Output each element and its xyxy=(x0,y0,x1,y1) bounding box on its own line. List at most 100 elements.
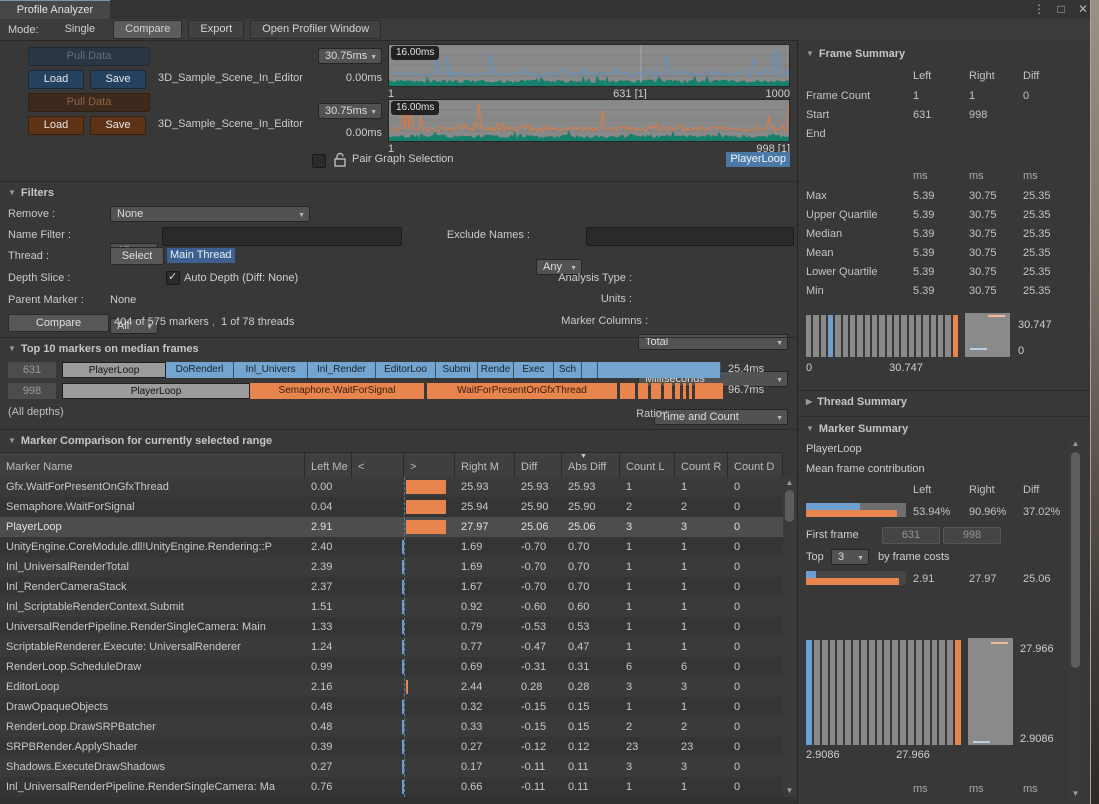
first-frame-left-button[interactable]: 631 xyxy=(882,527,940,544)
column-header[interactable]: > xyxy=(404,453,455,478)
table-row[interactable]: Inl_RenderCameraStack2.371.67-0.700.7011… xyxy=(0,577,783,597)
remove-dropdown[interactable]: None xyxy=(110,206,310,222)
summary-value: 25.35 xyxy=(1023,285,1084,297)
column-header[interactable]: Count L xyxy=(620,453,675,478)
marker-segment[interactable] xyxy=(651,383,661,399)
frame-time-graph-left[interactable]: 16.00ms xyxy=(388,44,790,87)
marker-segment[interactable] xyxy=(689,383,692,399)
thread-select-button[interactable]: Select xyxy=(110,247,164,265)
lock-icon[interactable] xyxy=(334,152,346,167)
first-frame-right-button[interactable]: 998 xyxy=(943,527,1001,544)
scroll-up-icon[interactable]: ▲ xyxy=(1069,438,1082,450)
column-header[interactable]: < xyxy=(352,453,404,478)
column-header[interactable]: ▼Abs Diff xyxy=(562,453,620,478)
marker-segment[interactable]: Semaphore.WaitForSignal xyxy=(250,383,424,399)
table-row[interactable]: Shadows.ExecuteDrawShadows0.270.17-0.110… xyxy=(0,757,783,777)
left-median-tick xyxy=(970,348,987,350)
histogram-bar xyxy=(828,315,833,357)
marker-segment[interactable]: Submi xyxy=(436,362,478,378)
window-menu-icon[interactable]: ⋮ xyxy=(1031,2,1047,18)
marker-columns-dropdown[interactable]: Time and Count xyxy=(654,409,788,425)
tab-profile-analyzer[interactable]: Profile Analyzer xyxy=(0,0,110,20)
table-row[interactable]: RenderLoop.ScheduleDraw0.990.69-0.310.31… xyxy=(0,657,783,677)
name-filter-input[interactable] xyxy=(162,227,402,246)
mode-single-button[interactable]: Single xyxy=(53,20,108,39)
comparison-scrollbar[interactable]: ▲ ▼ xyxy=(783,477,797,797)
marker-segment[interactable]: Inl_Univers xyxy=(234,362,308,378)
maximize-icon[interactable]: □ xyxy=(1053,2,1069,18)
marker-segment[interactable]: DoRenderl xyxy=(166,362,234,378)
summary-value: 25.35 xyxy=(1023,209,1084,221)
filters-header[interactable]: Filters xyxy=(8,187,54,199)
table-row[interactable]: EditorLoop2.162.440.280.28330 xyxy=(0,677,783,697)
exclude-names-input[interactable] xyxy=(586,227,794,246)
scroll-up-icon[interactable]: ▲ xyxy=(783,477,796,489)
selected-marker-chip[interactable]: PlayerLoop xyxy=(726,152,790,167)
marker-segment[interactable] xyxy=(664,383,672,399)
marker-segment[interactable] xyxy=(582,362,598,378)
marker-segment[interactable]: WaitForPresentOnGfxThread xyxy=(427,383,617,399)
marker-segment[interactable] xyxy=(675,383,680,399)
marker-segment[interactable] xyxy=(695,383,723,399)
table-row[interactable]: Semaphore.WaitForSignal0.0425.9425.9025.… xyxy=(0,497,783,517)
table-row[interactable]: ScriptableRenderer.Execute: UniversalRen… xyxy=(0,637,783,657)
frame-time-graph-right[interactable]: 16.00ms xyxy=(388,99,790,142)
pair-graph-selection-checkbox[interactable] xyxy=(312,154,326,168)
marker-columns-label: Marker Columns : xyxy=(500,315,648,327)
thread-value[interactable]: Main Thread xyxy=(167,248,235,263)
load-button-right[interactable]: Load xyxy=(28,116,84,135)
column-header[interactable]: Left Me xyxy=(305,453,352,478)
table-row[interactable]: Inl_UniversalRenderTotal2.391.69-0.700.7… xyxy=(0,557,783,577)
column-header[interactable]: Count D xyxy=(728,453,783,478)
compare-button[interactable]: Compare xyxy=(8,314,109,332)
table-cell: 25.06 xyxy=(562,517,620,537)
thread-summary-header[interactable]: Thread Summary xyxy=(806,396,907,408)
top10-header[interactable]: Top 10 markers on median frames xyxy=(8,343,199,355)
marker-segment[interactable]: Inl_Render xyxy=(308,362,376,378)
frame-summary-header[interactable]: Frame Summary xyxy=(806,48,905,60)
marker-segment[interactable] xyxy=(638,383,648,399)
table-row[interactable]: DrawOpaqueObjects0.480.32-0.150.15110 xyxy=(0,697,783,717)
table-row[interactable]: UniversalRenderPipeline.RenderSingleCame… xyxy=(0,617,783,637)
save-button-left[interactable]: Save xyxy=(90,70,146,89)
table-row[interactable]: UnityEngine.CoreModule.dll!UnityEngine.R… xyxy=(0,537,783,557)
table-row[interactable]: SRPBRender.ApplyShader0.390.27-0.120.122… xyxy=(0,737,783,757)
column-header[interactable]: Marker Name xyxy=(0,453,305,478)
y-axis-range-dropdown-left[interactable]: 30.75ms xyxy=(318,48,382,64)
export-button[interactable]: Export xyxy=(188,20,244,39)
marker-segment[interactable]: Rende xyxy=(478,362,514,378)
save-button-right[interactable]: Save xyxy=(90,116,146,135)
open-profiler-window-button[interactable]: Open Profiler Window xyxy=(250,20,381,39)
marker-segment[interactable] xyxy=(683,383,686,399)
column-header[interactable]: Count R xyxy=(675,453,728,478)
pull-data-button-right[interactable]: Pull Data xyxy=(28,93,150,112)
table-row[interactable]: Inl_UniversalRenderPipeline.RenderSingle… xyxy=(0,777,783,797)
table-row[interactable]: RenderLoop.DrawSRPBatcher0.480.33-0.150.… xyxy=(0,717,783,737)
comparison-scrollbar-thumb[interactable] xyxy=(785,490,794,522)
marker-segment[interactable]: PlayerLoop xyxy=(62,383,250,399)
marker-summary-header[interactable]: Marker Summary xyxy=(806,423,908,435)
table-row[interactable]: Gfx.WaitForPresentOnGfxThread0.0025.9325… xyxy=(0,477,783,497)
table-row[interactable]: Inl_ScriptableRenderContext.Submit1.510.… xyxy=(0,597,783,617)
marker-segment[interactable]: Sch xyxy=(554,362,582,378)
load-button-left[interactable]: Load xyxy=(28,70,84,89)
marker-segment[interactable] xyxy=(620,383,635,399)
column-header[interactable]: Diff xyxy=(515,453,562,478)
y-axis-range-dropdown-right[interactable]: 30.75ms xyxy=(318,103,382,119)
mode-compare-button[interactable]: Compare xyxy=(113,20,182,39)
table-row[interactable]: PlayerLoop2.9127.9725.0625.06330 xyxy=(0,517,783,537)
marker-segment[interactable]: Exec xyxy=(514,362,554,378)
summary-scrollbar-thumb[interactable] xyxy=(1071,452,1080,668)
marker-comparison-header[interactable]: Marker Comparison for currently selected… xyxy=(8,435,272,447)
pull-data-button-left[interactable]: Pull Data xyxy=(28,47,150,66)
top-n-dropdown[interactable]: 3 xyxy=(831,549,869,565)
close-icon[interactable]: ✕ xyxy=(1075,2,1091,18)
marker-segment[interactable]: EditorLoo xyxy=(376,362,436,378)
auto-depth-checkbox[interactable] xyxy=(166,271,180,285)
scroll-down-icon[interactable]: ▼ xyxy=(1069,788,1082,800)
marker-segment[interactable] xyxy=(598,362,721,378)
column-header[interactable]: Right M xyxy=(455,453,515,478)
summary-scrollbar[interactable]: ▲ ▼ xyxy=(1069,438,1082,800)
scroll-down-icon[interactable]: ▼ xyxy=(783,785,796,797)
marker-segment[interactable]: PlayerLoop xyxy=(62,362,166,378)
